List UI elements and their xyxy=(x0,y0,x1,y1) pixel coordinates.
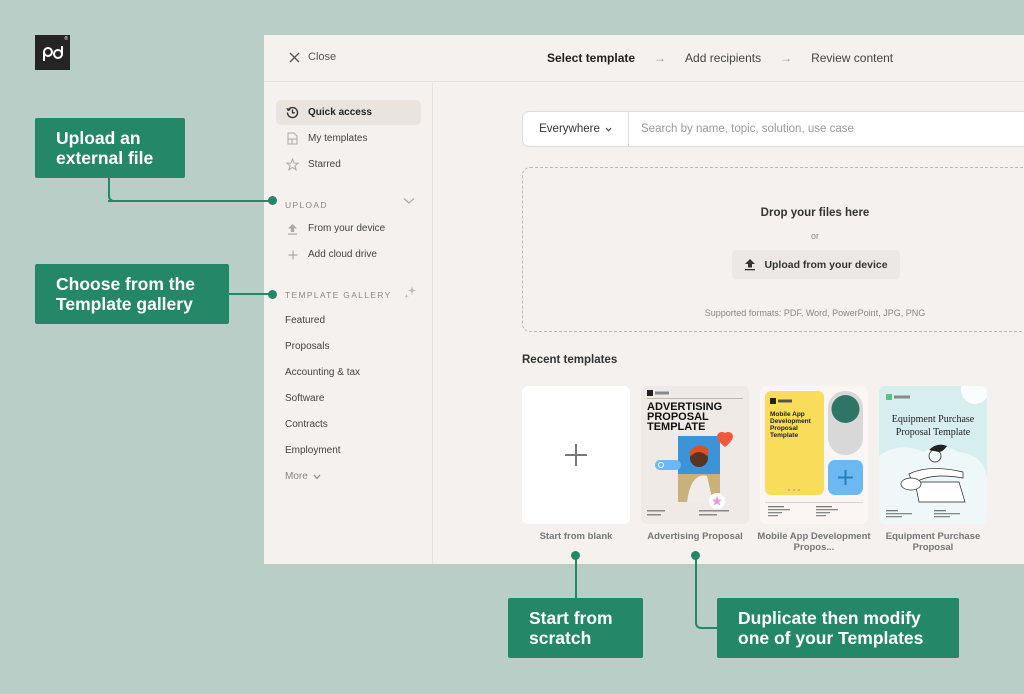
dropzone-title: Drop your files here xyxy=(760,207,870,219)
gallery-item-accounting-tax[interactable]: Accounting & tax xyxy=(285,367,360,378)
dropzone-or: or xyxy=(810,231,819,241)
sidebar-item-label: My templates xyxy=(308,133,368,144)
close-button[interactable]: Close xyxy=(289,51,336,63)
plus-icon xyxy=(565,444,587,466)
connector-line xyxy=(575,556,577,599)
template-card-mobile-app[interactable]: Mobile App Development Proposal Template xyxy=(760,386,868,524)
file-dropzone[interactable]: Drop your files here or Upload from your… xyxy=(522,167,1024,332)
gallery-item-proposals[interactable]: Proposals xyxy=(285,341,329,352)
template-card-equipment[interactable]: Equipment Purchase Proposal Template xyxy=(879,386,987,524)
sidebar-item-my-templates[interactable]: My templates xyxy=(276,126,421,151)
connector-corner xyxy=(695,556,718,629)
gallery-item-software[interactable]: Software xyxy=(285,393,324,404)
registered-mark: ® xyxy=(64,36,68,42)
step-breadcrumb: Select template → Add recipients → Revie… xyxy=(547,51,893,65)
sidebar-item-from-device[interactable]: From your device xyxy=(276,216,421,241)
callout-gallery: Choose from the Template gallery xyxy=(35,264,229,324)
sidebar-item-starred[interactable]: Starred xyxy=(276,152,421,177)
chevron-down-icon xyxy=(605,127,612,132)
svg-text:Equipment Purchase: Equipment Purchase xyxy=(892,414,975,425)
svg-text:Proposal Template: Proposal Template xyxy=(896,427,971,438)
arrow-right-icon: → xyxy=(780,51,793,65)
callout-scratch: Start from scratch xyxy=(508,598,643,658)
search-scope-dropdown[interactable]: Everywhere xyxy=(523,112,629,146)
plus-icon xyxy=(286,250,299,260)
upload-icon xyxy=(745,259,756,271)
sparkle-icon xyxy=(403,285,417,302)
step-select-template: Select template xyxy=(547,51,636,65)
equipment-thumbnail: Equipment Purchase Proposal Template xyxy=(879,386,987,524)
upload-icon xyxy=(286,223,299,235)
template-gallery-section-label: TEMPLATE GALLERY xyxy=(285,290,392,300)
gallery-item-contracts[interactable]: Contracts xyxy=(285,419,328,430)
sidebar-item-label: From your device xyxy=(308,223,386,234)
connector-dot xyxy=(268,196,277,205)
step-add-recipients: Add recipients xyxy=(685,51,762,65)
connector-line xyxy=(108,200,270,202)
template-picker-window: Close Select template → Add recipients →… xyxy=(264,35,1024,564)
pd-logo-icon xyxy=(42,45,63,61)
main-content: Everywhere Drop your files here or Uploa… xyxy=(434,83,1024,564)
connector-corner xyxy=(108,190,116,202)
upload-button-label: Upload from your device xyxy=(764,258,888,271)
chevron-down-icon[interactable] xyxy=(403,196,415,208)
sidebar-item-label: Starred xyxy=(308,159,341,170)
search-input[interactable] xyxy=(629,123,1024,135)
svg-text:Development: Development xyxy=(770,418,812,425)
close-label: Close xyxy=(308,51,337,63)
scope-value: Everywhere xyxy=(539,123,600,135)
search-bar: Everywhere xyxy=(522,111,1024,147)
sidebar-item-quick-access[interactable]: Quick access xyxy=(276,100,421,125)
history-icon xyxy=(286,106,299,119)
mobile-app-thumbnail: Mobile App Development Proposal Template xyxy=(765,391,863,517)
connector-line xyxy=(229,293,271,295)
template-card-label: Start from blank xyxy=(539,531,613,542)
upload-section-label: UPLOAD xyxy=(285,200,328,210)
close-icon xyxy=(289,52,300,62)
sidebar-item-add-cloud-drive[interactable]: Add cloud drive xyxy=(276,242,421,267)
topbar: Close Select template → Add recipients →… xyxy=(264,35,1024,82)
callout-upload: Upload an external file xyxy=(35,118,185,178)
svg-text:Mobile App: Mobile App xyxy=(770,411,805,418)
template-card-advertising[interactable]: ADVERTISING PROPOSAL TEMPLATE xyxy=(641,386,749,524)
step-review-content: Review content xyxy=(811,51,894,65)
template-card-label: Equipment Purchase Proposal xyxy=(885,531,981,553)
recent-templates-title: Recent templates xyxy=(522,354,618,366)
template-card-label: Advertising Proposal xyxy=(647,531,743,542)
upload-from-device-button[interactable]: Upload from your device xyxy=(732,250,900,279)
template-icon xyxy=(286,132,299,145)
gallery-more-button[interactable]: More xyxy=(285,471,321,482)
star-icon xyxy=(286,158,299,171)
gallery-item-employment[interactable]: Employment xyxy=(285,445,341,456)
svg-text:Proposal: Proposal xyxy=(770,425,798,432)
connector-dot xyxy=(268,290,277,299)
sidebar: Quick access My templates Starred UPLOAD… xyxy=(264,83,433,564)
gallery-item-featured[interactable]: Featured xyxy=(285,315,325,326)
callout-duplicate: Duplicate then modify one of your Templa… xyxy=(717,598,959,658)
chevron-down-icon xyxy=(313,474,321,479)
pandadoc-logo: ® xyxy=(35,35,70,70)
template-card-blank[interactable] xyxy=(522,386,630,524)
arrow-right-icon: → xyxy=(654,51,667,65)
template-card-label: Mobile App Development Propos... xyxy=(757,531,871,553)
supported-formats: Supported formats: PDF, Word, PowerPoint… xyxy=(704,308,926,318)
advertising-thumbnail: ADVERTISING PROPOSAL TEMPLATE xyxy=(647,390,743,516)
sidebar-item-label: Quick access xyxy=(308,107,372,118)
svg-text:Template: Template xyxy=(770,432,798,439)
more-label: More xyxy=(285,471,308,482)
svg-text:TEMPLATE: TEMPLATE xyxy=(647,421,705,433)
sidebar-item-label: Add cloud drive xyxy=(308,249,377,260)
